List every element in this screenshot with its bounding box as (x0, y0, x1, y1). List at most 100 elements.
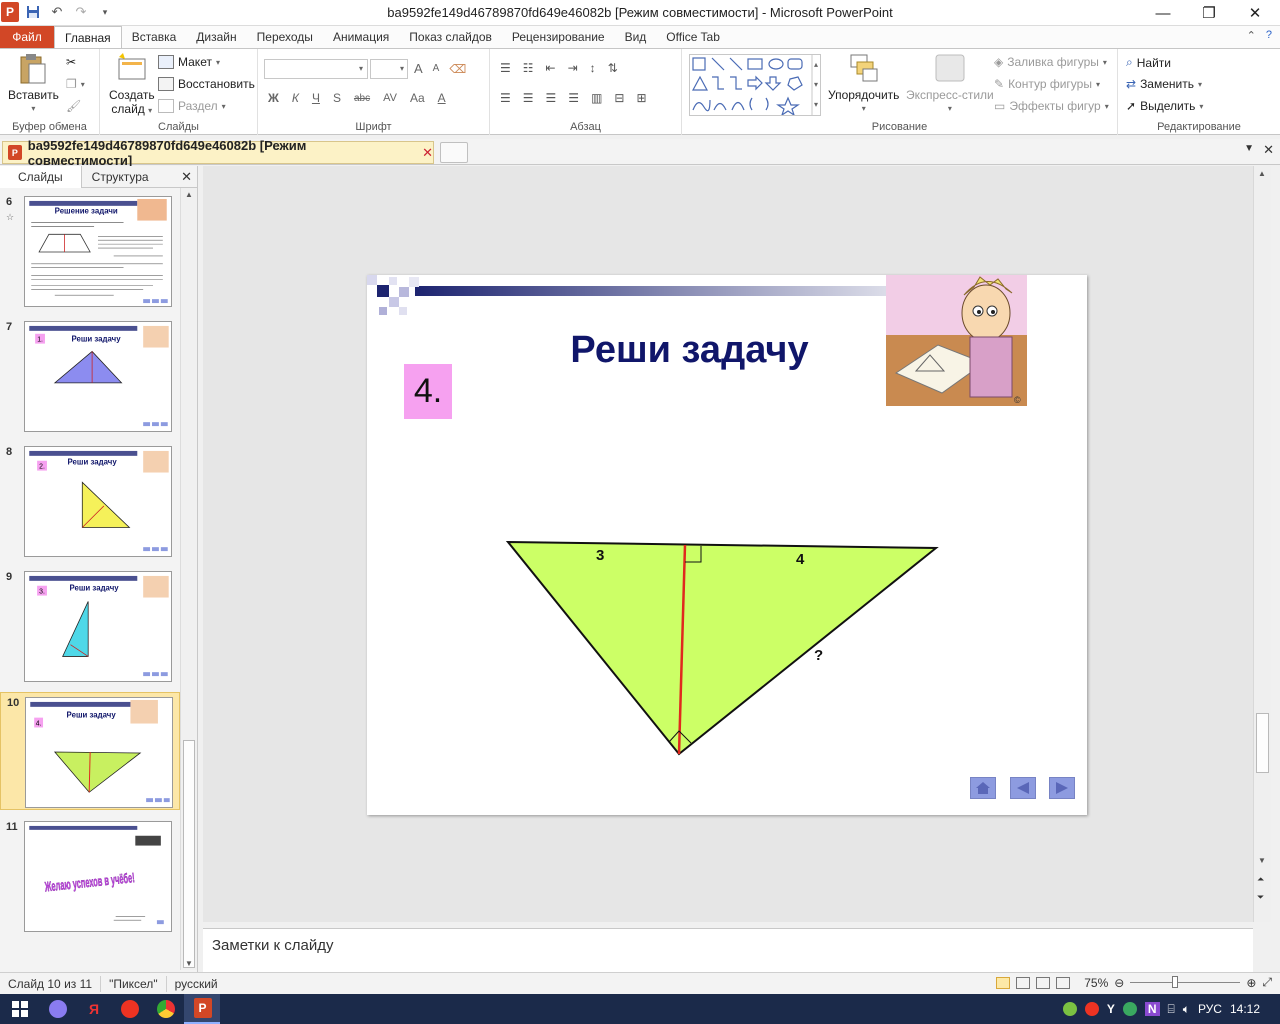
tray-network-icon[interactable]: ⌸ (1168, 1002, 1175, 1017)
tab-animation[interactable]: Анимация (323, 26, 399, 48)
line-spacing-icon[interactable]: ↕ (590, 61, 596, 75)
next-slide-button[interactable] (1049, 777, 1075, 799)
slide-scrollbar[interactable]: ▲ ▼ ⏶ ⏷ (1253, 166, 1271, 922)
tray-language[interactable]: РУС (1198, 1002, 1222, 1016)
tab-review[interactable]: Рецензирование (502, 26, 615, 48)
slide-sorter-icon[interactable] (1016, 976, 1031, 989)
tab-office-tab[interactable]: Office Tab (656, 26, 730, 48)
fit-to-window-icon[interactable]: ⤢ (1262, 975, 1272, 990)
tab-list-dropdown-icon[interactable]: ▼ (1244, 143, 1254, 154)
taskbar-app-yandex[interactable]: Я (76, 994, 112, 1024)
current-slide[interactable]: © Реши задачу 4. 3 4 ? (367, 275, 1087, 815)
grow-font-button[interactable]: A (414, 61, 423, 76)
tray-yandex-icon[interactable]: Y (1107, 1002, 1115, 1016)
bold-button[interactable]: Ж (268, 91, 279, 105)
format-painter-button[interactable]: 🖌 (66, 99, 81, 113)
close-tab-icon[interactable]: ✕ (422, 145, 433, 161)
increase-indent-icon[interactable]: ⇥ (568, 61, 578, 75)
document-tab[interactable]: P ba9592fe149d46789870fd649e46082b [Режи… (2, 138, 434, 168)
slides-pane-scrollbar[interactable]: ▲ ▼ (180, 188, 197, 970)
paste-button[interactable]: Вставить ▾ (8, 53, 59, 116)
scroll-up-icon[interactable]: ▲ (1258, 169, 1266, 178)
shape-effects-button[interactable]: ▭ Эффекты фигур ▾ (994, 99, 1109, 113)
notes-placeholder[interactable]: Заметки к слайду (212, 937, 334, 954)
tab-slides[interactable]: Слайды (0, 165, 82, 188)
prev-slide-button[interactable] (1010, 777, 1036, 799)
smartart-icon[interactable]: ⊞ (636, 91, 646, 105)
tab-transitions[interactable]: Переходы (247, 26, 323, 48)
home-nav-button[interactable] (970, 777, 996, 799)
taskbar-app-opera[interactable] (112, 994, 148, 1024)
quick-styles-button[interactable]: Экспресс-стили ▾ (906, 53, 994, 116)
tab-file[interactable]: Файл (0, 26, 54, 48)
new-tab-button[interactable] (440, 142, 468, 163)
close-all-tabs-icon[interactable]: ✕ (1263, 142, 1274, 158)
slide-scroll-thumb[interactable] (1256, 713, 1269, 773)
align-text-icon[interactable]: ⊟ (614, 91, 624, 105)
tray-opera-icon[interactable] (1084, 1002, 1099, 1016)
new-slide-button[interactable]: Создать слайд ▾ (109, 53, 155, 118)
slide-thumbnail-8[interactable]: 8 2. Реши задачу (0, 442, 180, 560)
windows-start-button[interactable] (0, 994, 40, 1024)
tab-slideshow[interactable]: Показ слайдов (399, 26, 502, 48)
strikethrough-button[interactable]: abc (354, 93, 370, 104)
decrease-indent-icon[interactable]: ⇤ (546, 61, 556, 75)
zoom-in-icon[interactable]: ⊕ (1246, 976, 1256, 990)
close-pane-icon[interactable]: ✕ (181, 169, 192, 185)
triangle-figure[interactable] (367, 275, 1087, 815)
shadow-button[interactable]: S (333, 91, 341, 105)
clear-format-icon[interactable]: ⌫ (449, 62, 466, 76)
slide-thumbnail-10[interactable]: 10 4. Реши задачу (0, 692, 180, 810)
shape-outline-button[interactable]: ✎ Контур фигуры ▾ (994, 77, 1100, 91)
italic-button[interactable]: К (292, 91, 299, 105)
replace-button[interactable]: ⇄ Заменить ▾ (1126, 77, 1202, 91)
close-window-button[interactable]: ✕ (1232, 0, 1278, 26)
tab-insert[interactable]: Вставка (122, 26, 187, 48)
align-right-icon[interactable]: ☰ (546, 91, 557, 105)
slide-thumbnail-7[interactable]: 7 1. Реши задачу (0, 317, 180, 435)
shape-fill-button[interactable]: ◈ Заливка фигуры ▾ (994, 55, 1107, 69)
slide-thumbnail-11[interactable]: 11 Желаю успехов в учёбе! (0, 817, 180, 935)
copy-button[interactable]: ❐ ▾ (66, 77, 85, 91)
slide-thumbnail-6[interactable]: 6 ☆ Решение задачи (0, 192, 180, 310)
tray-app-icon[interactable] (1062, 1002, 1077, 1016)
tab-home[interactable]: Главная (54, 26, 122, 48)
select-button[interactable]: ➚ Выделить ▾ (1126, 99, 1203, 113)
tab-design[interactable]: Дизайн (186, 26, 246, 48)
font-color-button[interactable]: A (438, 91, 446, 105)
minimize-button[interactable]: — (1140, 0, 1186, 26)
columns-icon[interactable]: ▥ (591, 91, 602, 105)
tray-shield-icon[interactable] (1122, 1002, 1137, 1016)
next-slide-scroll-icon[interactable]: ⏷ (1257, 892, 1264, 903)
font-size-select[interactable]: ▾ (370, 59, 408, 79)
zoom-slider[interactable] (1130, 976, 1241, 988)
align-left-icon[interactable]: ☰ (500, 91, 511, 105)
tray-onenote-icon[interactable]: N (1144, 1002, 1160, 1016)
taskbar-app-powerpoint[interactable]: P (184, 994, 220, 1024)
slideshow-view-icon[interactable] (1056, 976, 1071, 989)
language-indicator[interactable]: русский (167, 977, 226, 991)
zoom-level[interactable]: 75% (1084, 976, 1108, 990)
help-icon[interactable]: ? (1266, 29, 1272, 42)
notes-pane[interactable]: Заметки к слайду (203, 928, 1253, 972)
tray-clock[interactable]: 14:12 (1230, 1002, 1260, 1016)
reset-button[interactable]: Восстановить (158, 77, 255, 91)
bullets-icon[interactable]: ☰ (500, 61, 511, 75)
change-case-button[interactable]: Aa (410, 91, 425, 105)
reading-view-icon[interactable] (1036, 976, 1051, 989)
collapse-ribbon-icon[interactable]: ⌃ (1247, 29, 1256, 42)
align-center-icon[interactable]: ☰ (523, 91, 534, 105)
scroll-down-icon[interactable]: ▼ (1258, 856, 1266, 865)
slides-pane-scroll-thumb[interactable] (183, 740, 195, 968)
justify-icon[interactable]: ☰ (568, 91, 579, 105)
arrange-button[interactable]: Упорядочить ▾ (828, 53, 899, 116)
numbering-icon[interactable]: ☷ (523, 61, 534, 75)
shapes-gallery[interactable]: ▴ ▾ ▾ (689, 54, 821, 117)
underline-button[interactable]: Ч (312, 91, 320, 105)
cut-button[interactable]: ✂ (66, 55, 76, 69)
slide-thumbnail-9[interactable]: 9 3. Реши задачу (0, 567, 180, 685)
maximize-button[interactable]: ❐ (1186, 0, 1232, 26)
taskbar-app-assistant[interactable] (40, 994, 76, 1024)
tab-view[interactable]: Вид (615, 26, 657, 48)
find-button[interactable]: ⌕ Найти (1126, 55, 1171, 70)
